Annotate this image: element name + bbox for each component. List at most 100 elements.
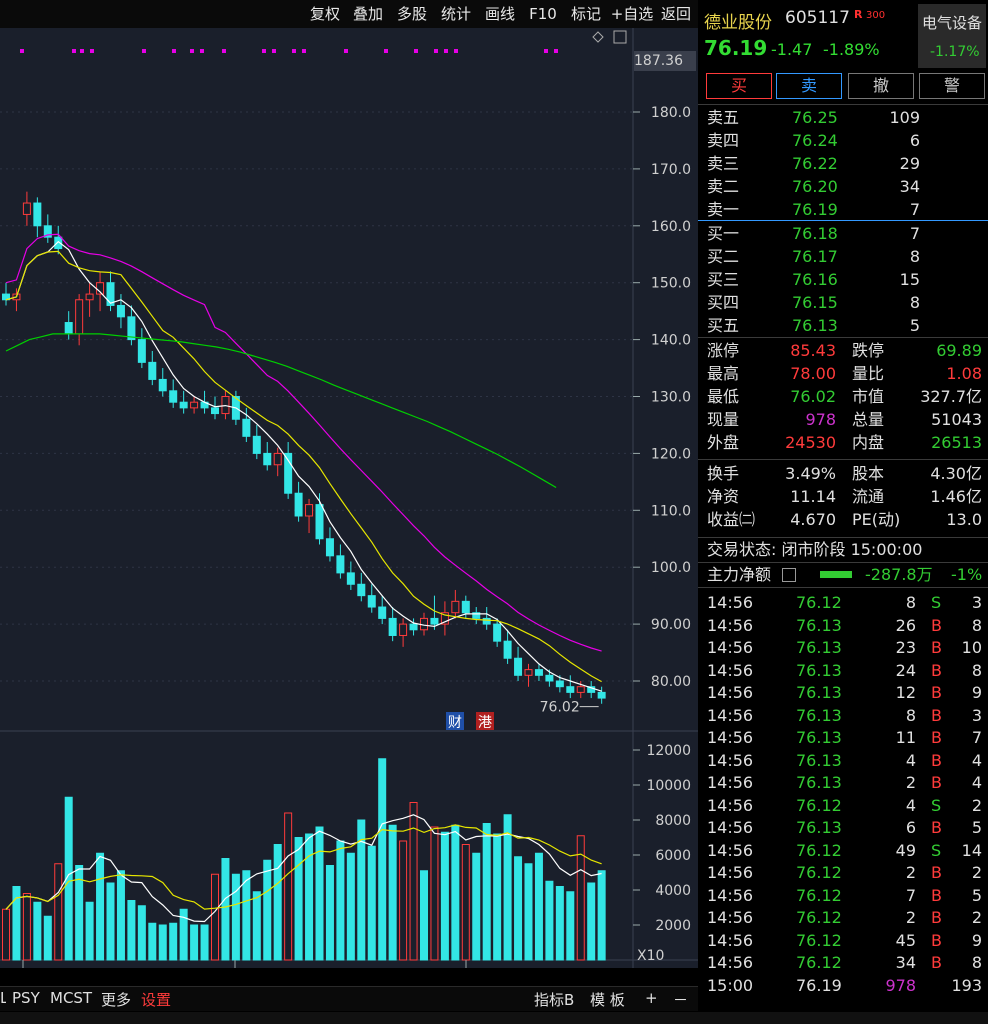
- tick-price: 76.13: [796, 773, 842, 792]
- buy-level-4: 买四 76.15 8: [698, 291, 988, 314]
- tick-time: 14:56: [707, 683, 754, 702]
- tick-row[interactable]: 14:56 76.12 2 B 2: [698, 906, 988, 929]
- tick-row[interactable]: 14:56 76.12 2 B 2: [698, 861, 988, 884]
- sell-level-price: 76.20: [792, 177, 838, 196]
- tick-row[interactable]: 14:56 76.12 8 S 3: [698, 591, 988, 614]
- candle: [566, 675, 575, 699]
- sell-level-volume: 34: [899, 177, 920, 196]
- tick-price: 76.19: [796, 975, 842, 995]
- tick-side: B: [931, 683, 942, 702]
- volume-bar: [461, 844, 470, 961]
- template-button[interactable]: 模 板: [590, 989, 625, 1010]
- tick-row[interactable]: 14:56 76.13 24 B 8: [698, 659, 988, 682]
- buy-button[interactable]: 买: [706, 73, 772, 99]
- tick-row[interactable]: 14:56 76.13 26 B 8: [698, 614, 988, 637]
- tick-side: B: [931, 750, 942, 770]
- cancel-order-button[interactable]: 撤: [848, 73, 914, 99]
- tick-time: 14:56: [707, 795, 754, 815]
- alert-button[interactable]: 警: [919, 73, 985, 99]
- sell-level-price: 76.19: [792, 200, 838, 219]
- toolbar-mark-button[interactable]: 标记: [566, 3, 606, 25]
- tick-price: 76.13: [796, 615, 842, 635]
- tick-volume: 24: [895, 660, 916, 680]
- tick-volume: 2: [905, 908, 916, 927]
- tick-row[interactable]: 14:56 76.12 49 S 14: [698, 839, 988, 862]
- tick-row[interactable]: 14:56 76.12 4 S 2: [698, 794, 988, 817]
- tick-time: 14:56: [707, 660, 754, 680]
- tick-time: 14:56: [707, 615, 754, 635]
- toolbar-draw-button[interactable]: 画线: [480, 3, 520, 25]
- stat-value: 327.7亿: [920, 387, 982, 406]
- toolbar-back-button[interactable]: 返回: [657, 3, 695, 25]
- candle: [325, 527, 334, 562]
- candle: [54, 225, 63, 255]
- volume-bar: [315, 826, 324, 961]
- buy-level-label: 买三: [707, 270, 740, 289]
- sector-box[interactable]: 电气设备 -1.17%: [918, 4, 986, 68]
- tick-row[interactable]: 14:56 76.13 8 B 3: [698, 704, 988, 727]
- toolbar-f10-button[interactable]: F10: [524, 3, 562, 25]
- toolbar-fuquan-button[interactable]: 复权: [305, 3, 345, 25]
- buy-level-volume: 7: [909, 224, 920, 243]
- volume-bar: [472, 852, 481, 961]
- tick-row[interactable]: 14:56 76.13 2 B 4: [698, 771, 988, 794]
- tick-row[interactable]: 14:56 76.12 7 B 5: [698, 884, 988, 907]
- zoom-out-button[interactable]: －: [673, 989, 688, 1010]
- indicator-b-button[interactable]: 指标B: [534, 989, 574, 1010]
- toolbar-add-watchlist-button[interactable]: +自选: [609, 3, 655, 25]
- stats-row: 净资 11.14 流通 1.46亿: [698, 485, 988, 508]
- tick-side: B: [931, 953, 942, 972]
- settings-tab[interactable]: 设置: [141, 989, 171, 1010]
- volume-bar: [116, 870, 125, 961]
- low-price-label: 76.02: [540, 700, 580, 716]
- stat-value: 3.49%: [785, 464, 836, 483]
- r-number: 300: [866, 10, 886, 21]
- sell-level-volume: 7: [909, 200, 920, 219]
- tick-count: 7: [971, 728, 982, 747]
- candle: [346, 561, 355, 590]
- tick-row[interactable]: 14:56 76.13 23 B 10: [698, 636, 988, 659]
- tick-row[interactable]: 14:56 76.13 11 B 7: [698, 726, 988, 749]
- event-dot: [142, 49, 146, 53]
- volume-bar: [96, 852, 105, 961]
- toolbar-multistock-button[interactable]: 多股: [392, 3, 432, 25]
- kline-chart[interactable]: 180.0 170.0 160.0 150.0 140.0 130.0 120.0 110.0…: [0, 28, 698, 968]
- toolbar-stats-button[interactable]: 统计: [436, 3, 476, 25]
- volume-bar: [221, 858, 230, 961]
- volume-bar: [409, 802, 418, 961]
- tick-row[interactable]: 14:56 76.13 4 B 4: [698, 749, 988, 772]
- more-tab[interactable]: 更多: [101, 989, 131, 1010]
- volume-bar: [367, 845, 376, 961]
- tick-volume: 4: [905, 750, 916, 770]
- zoom-in-button[interactable]: +: [645, 989, 658, 1007]
- tick-volume: 23: [895, 638, 916, 657]
- stats-row: 换手 3.49% 股本 4.30亿: [698, 462, 988, 485]
- buy-level-price: 76.18: [792, 224, 838, 243]
- tick-row[interactable]: 15:00 76.19 978 193: [698, 974, 988, 997]
- buy-level-label: 买五: [707, 316, 740, 335]
- tick-count: 14: [961, 840, 982, 860]
- sell-button[interactable]: 卖: [776, 73, 842, 99]
- candle: [33, 197, 42, 238]
- indicator-psy-tab[interactable]: PSY: [12, 989, 40, 1007]
- ma5-line: [5, 240, 602, 692]
- tick-row[interactable]: 14:56 76.13 12 B 9: [698, 681, 988, 704]
- toolbar-overlay-button[interactable]: 叠加: [348, 3, 388, 25]
- stats-row: 最高 78.00 量比 1.08: [698, 362, 988, 385]
- tick-row[interactable]: 14:56 76.12 34 B 8: [698, 951, 988, 974]
- tick-count: 9: [971, 683, 982, 702]
- volume-bar: [399, 840, 408, 961]
- tick-row[interactable]: 14:56 76.13 6 B 5: [698, 816, 988, 839]
- tick-side: B: [931, 705, 942, 725]
- kline-chart-area[interactable]: 180.0 170.0 160.0 150.0 140.0 130.0 120.0 110.0…: [0, 28, 698, 968]
- volume-bar: [148, 922, 157, 961]
- tick-row[interactable]: 14:56 76.12 45 B 9: [698, 929, 988, 952]
- indicator-mcst-tab[interactable]: MCST: [50, 989, 92, 1007]
- price-tick-label: 80.00: [651, 674, 691, 690]
- buy-level-volume: 5: [909, 316, 920, 335]
- volume-bar: [305, 833, 314, 961]
- stat-label: 跌停: [852, 341, 885, 360]
- price-tick-label: 110.0: [651, 503, 691, 519]
- tick-side: B: [931, 930, 942, 950]
- list-icon[interactable]: [782, 568, 796, 582]
